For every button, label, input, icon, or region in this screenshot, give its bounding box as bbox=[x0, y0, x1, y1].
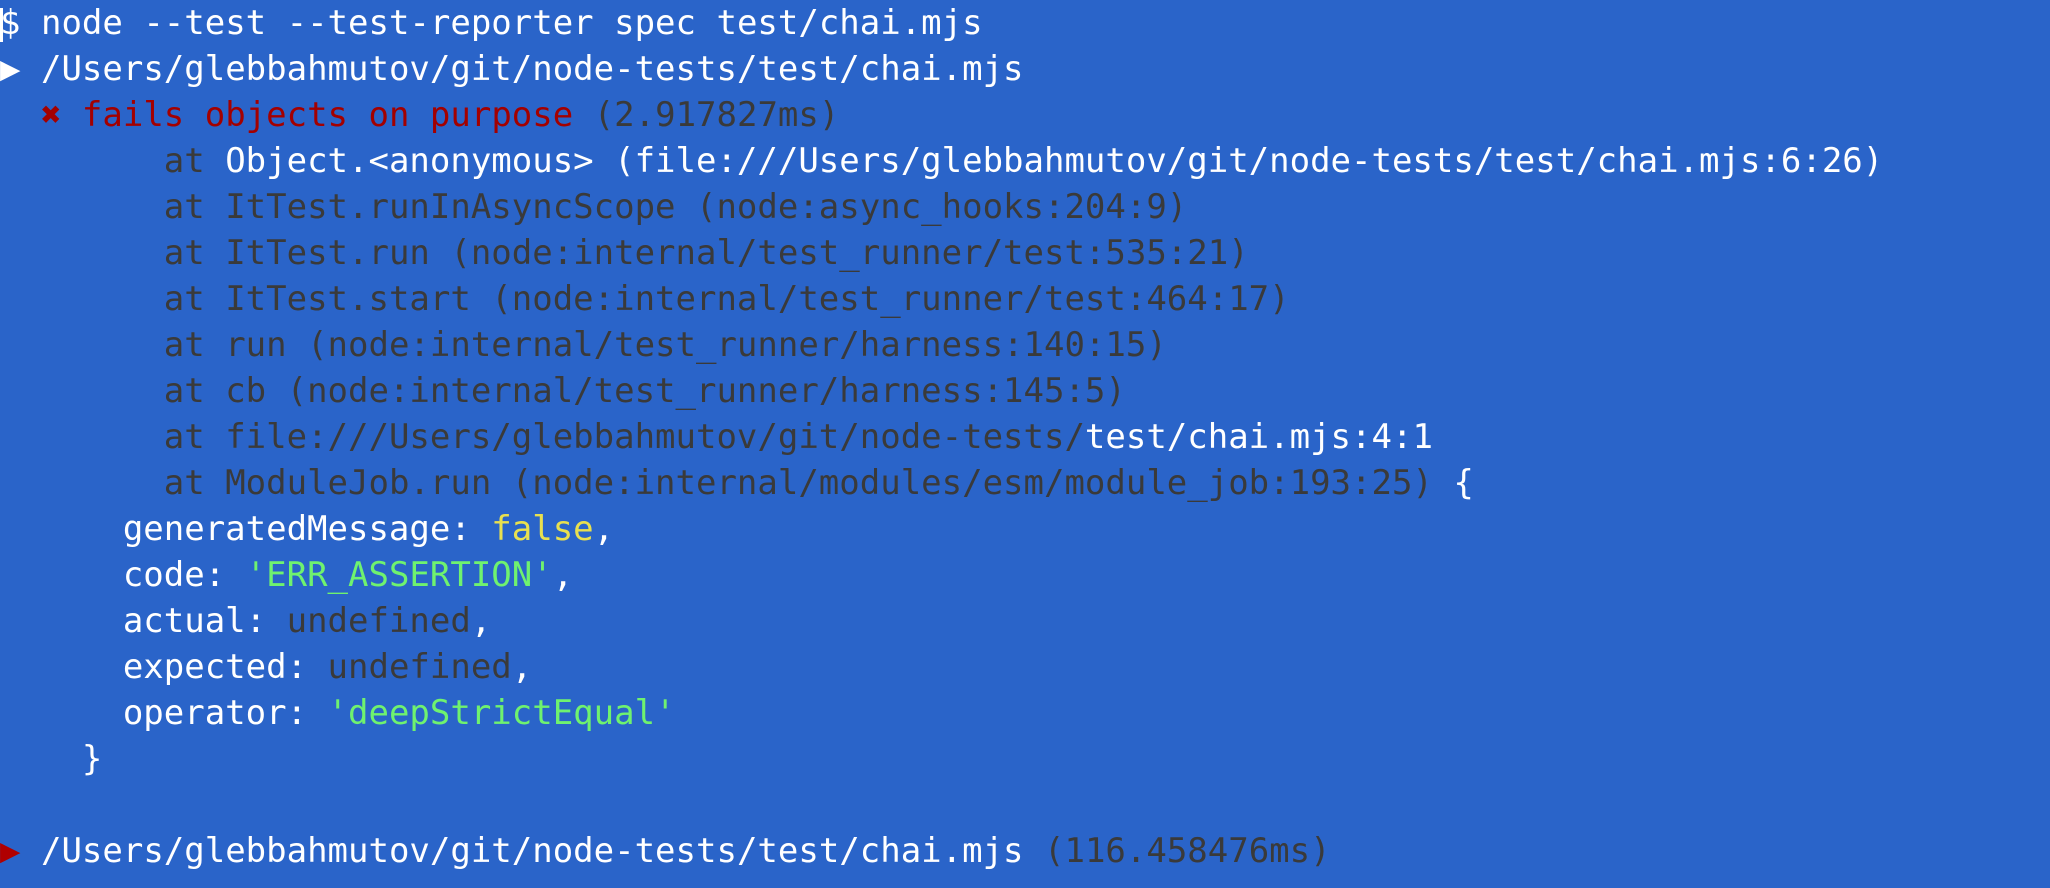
stack-bright: { bbox=[1432, 463, 1474, 503]
stack-line: at ItTest.runInAsyncScope (node:async_ho… bbox=[0, 184, 1188, 230]
stack-bright: Object.<anonymous> (file:///Users/glebba… bbox=[225, 141, 1884, 181]
prop-key: actual: bbox=[122, 601, 287, 641]
prop-value: false bbox=[491, 509, 594, 549]
cross-icon: ✖ bbox=[40, 95, 62, 135]
stack-prefix: at bbox=[163, 463, 226, 503]
suite-line: ▶ /Users/glebbahmutov/git/node-tests/tes… bbox=[0, 46, 1024, 92]
command-text: node --test --test-reporter spec test/ch… bbox=[40, 3, 983, 43]
stack-prefix: at bbox=[163, 141, 226, 181]
prop-key: code: bbox=[122, 555, 246, 595]
stack-dim: ModuleJob.run (node:internal/modules/esm… bbox=[225, 463, 1433, 503]
prop-key: generatedMessage: bbox=[122, 509, 492, 549]
prop-value: 'ERR_ASSERTION' bbox=[245, 555, 553, 595]
prop-operator: operator: 'deepStrictEqual' bbox=[0, 690, 676, 736]
summary-duration: (116.458476ms) bbox=[1044, 831, 1331, 871]
stack-line: at ItTest.start (node:internal/test_runn… bbox=[0, 276, 1290, 322]
stack-line: at ModuleJob.run (node:internal/modules/… bbox=[0, 460, 1474, 506]
terminal-window[interactable]: $ node --test --test-reporter spec test/… bbox=[0, 0, 2050, 888]
prop-key: operator: bbox=[122, 693, 328, 733]
suite-path: /Users/glebbahmutov/git/node-tests/test/… bbox=[40, 49, 1024, 89]
stack-dim: ItTest.runInAsyncScope (node:async_hooks… bbox=[225, 187, 1188, 227]
stack-prefix: at bbox=[163, 279, 226, 319]
stack-prefix: at bbox=[163, 187, 226, 227]
stack-dim: run (node:internal/test_runner/harness:1… bbox=[225, 325, 1167, 365]
comma: , bbox=[470, 601, 492, 641]
command-line: $ node --test --test-reporter spec test/… bbox=[0, 0, 983, 46]
prop-key: expected: bbox=[122, 647, 328, 687]
stack-prefix: at bbox=[163, 417, 226, 457]
stack-prefix: at bbox=[163, 233, 226, 273]
prop-generated-message: generatedMessage: false, bbox=[0, 506, 614, 552]
prop-actual: actual: undefined, bbox=[0, 598, 491, 644]
stack-line: at file:///Users/glebbahmutov/git/node-t… bbox=[0, 414, 1433, 460]
stack-line: at run (node:internal/test_runner/harnes… bbox=[0, 322, 1167, 368]
comma: , bbox=[552, 555, 574, 595]
prop-code: code: 'ERR_ASSERTION', bbox=[0, 552, 573, 598]
prop-value: undefined bbox=[286, 601, 471, 641]
comma: , bbox=[593, 509, 615, 549]
play-triangle-icon: ▶ bbox=[0, 49, 21, 89]
test-name: fails objects on purpose bbox=[81, 95, 574, 135]
play-triangle-red-icon: ▶ bbox=[0, 831, 21, 871]
test-duration: (2.917827ms) bbox=[593, 95, 840, 135]
stack-dim: cb (node:internal/test_runner/harness:14… bbox=[225, 371, 1126, 411]
close-brace: } bbox=[81, 739, 103, 779]
stack-line: at ItTest.run (node:internal/test_runner… bbox=[0, 230, 1249, 276]
test-line: ✖ fails objects on purpose (2.917827ms) bbox=[0, 92, 839, 138]
prompt-symbol: $ bbox=[0, 3, 21, 43]
summary-path: /Users/glebbahmutov/git/node-tests/test/… bbox=[40, 831, 1024, 871]
stack-prefix: at bbox=[163, 325, 226, 365]
stack-dim: ItTest.run (node:internal/test_runner/te… bbox=[225, 233, 1249, 273]
prop-value: 'deepStrictEqual' bbox=[327, 693, 676, 733]
summary-line: ▶ /Users/glebbahmutov/git/node-tests/tes… bbox=[0, 828, 1331, 874]
stack-line: at Object.<anonymous> (file:///Users/gle… bbox=[0, 138, 1883, 184]
stack-dim: ItTest.start (node:internal/test_runner/… bbox=[225, 279, 1290, 319]
prop-value: undefined bbox=[327, 647, 512, 687]
stack-dim: file:///Users/glebbahmutov/git/node-test… bbox=[225, 417, 1085, 457]
prop-expected: expected: undefined, bbox=[0, 644, 532, 690]
close-brace-line: } bbox=[0, 736, 102, 782]
stack-prefix: at bbox=[163, 371, 226, 411]
stack-line: at cb (node:internal/test_runner/harness… bbox=[0, 368, 1126, 414]
stack-bright: test/chai.mjs:4:1 bbox=[1084, 417, 1433, 457]
comma: , bbox=[511, 647, 533, 687]
